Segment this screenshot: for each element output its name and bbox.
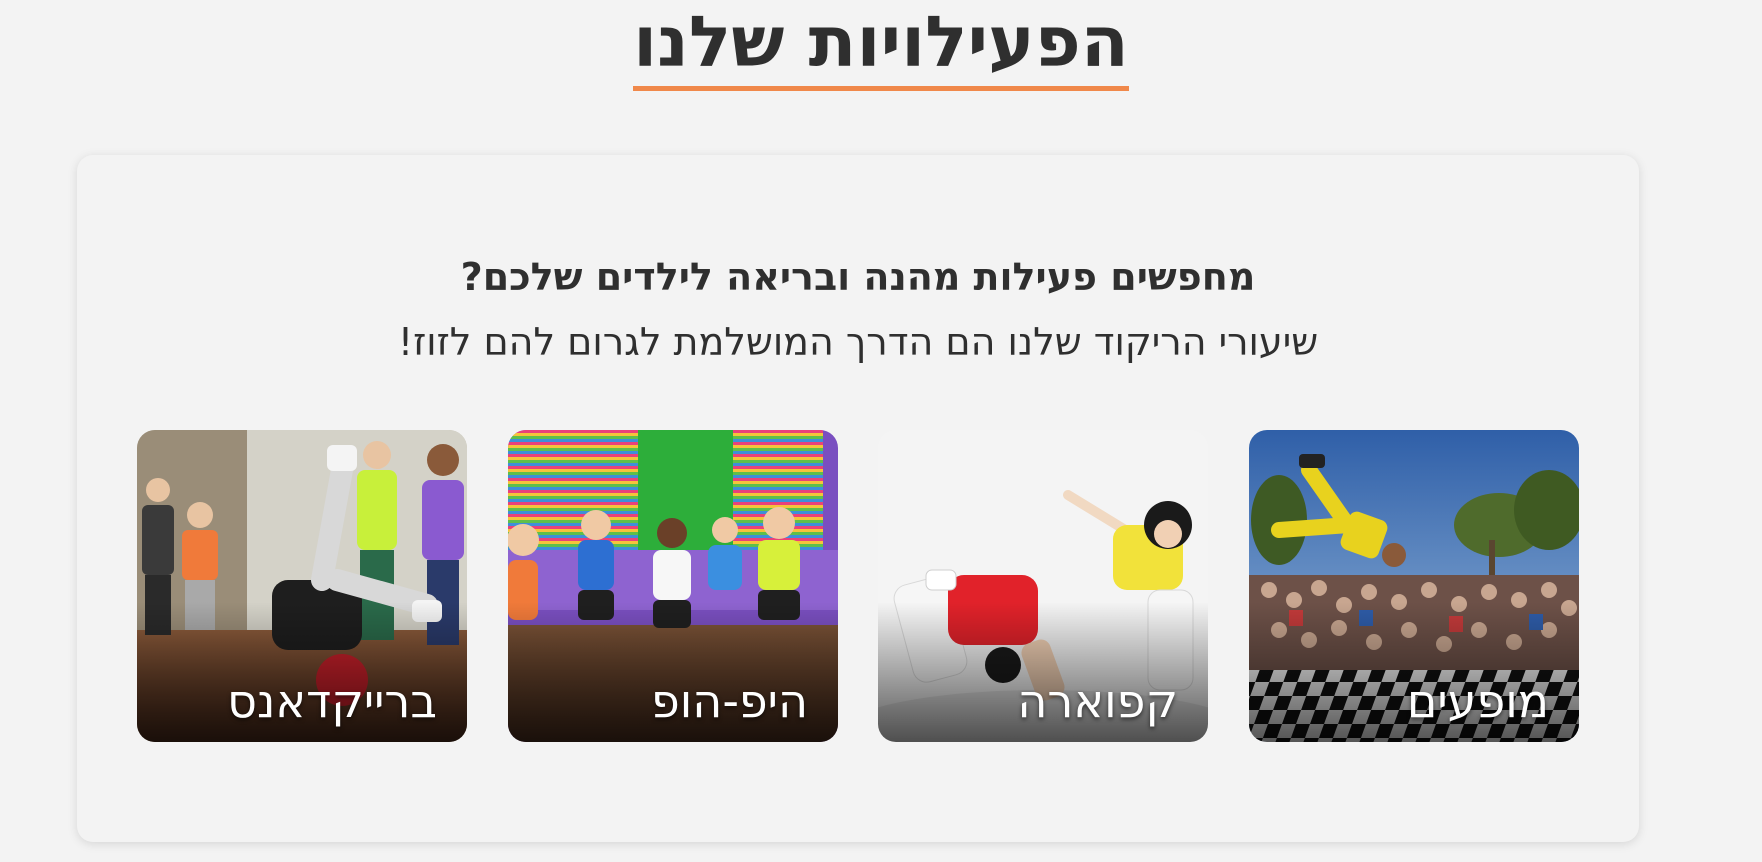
activity-tile-performances[interactable]: מופעים	[1249, 430, 1579, 742]
activity-tiles: מופעים קפוארה היפ-הופ ברייקדאנס	[137, 430, 1579, 742]
activity-tile-breakdance[interactable]: ברייקדאנס	[137, 430, 467, 742]
activity-tile-hiphop[interactable]: היפ-הופ	[508, 430, 838, 742]
card-heading: מחפשים פעילות מהנה ובריאה לילדים שלכם?	[460, 255, 1256, 299]
activity-label: קפוארה	[1017, 674, 1178, 728]
section-header: הפעילויות שלנו	[0, 0, 1762, 91]
card-subheading: שיעורי הריקוד שלנו הם הדרך המושלמת לגרום…	[397, 320, 1319, 364]
section-title: הפעילויות שלנו	[633, 0, 1129, 91]
activity-label: היפ-הופ	[651, 674, 808, 728]
activities-card: מחפשים פעילות מהנה ובריאה לילדים שלכם? ש…	[77, 155, 1639, 842]
activity-label: מופעים	[1406, 674, 1549, 728]
activities-page: הפעילויות שלנו מחפשים פעילות מהנה ובריאה…	[0, 0, 1762, 862]
activity-tile-capoeira[interactable]: קפוארה	[878, 430, 1208, 742]
activity-label: ברייקדאנס	[227, 674, 437, 728]
